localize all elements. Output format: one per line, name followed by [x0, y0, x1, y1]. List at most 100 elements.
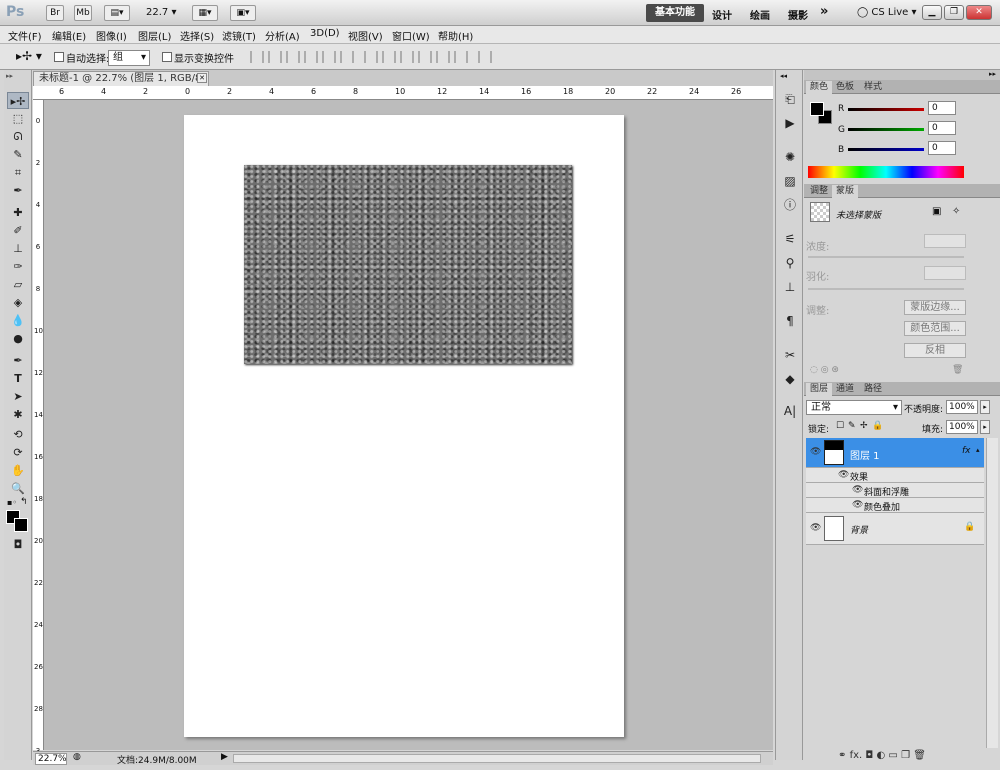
pen-tool-icon[interactable]: ✒	[7, 352, 29, 369]
more-workspaces-button[interactable]: »	[820, 4, 828, 19]
lock-transparent-icon[interactable]: ☐	[836, 421, 844, 431]
lock-all-icon[interactable]: 🔒	[872, 421, 883, 431]
menu-file[interactable]: 文件(F)	[8, 28, 42, 43]
pixel-mask-icon[interactable]: ▣	[932, 206, 941, 217]
horizontal-ruler[interactable]: 6 4 2 0 2 4 6 8 10 12 14 16 18 20 22 24 26	[43, 86, 773, 100]
menu-view[interactable]: 视图(V)	[348, 28, 383, 43]
collapse-toolbox-icon[interactable]: ▸▸	[6, 72, 13, 80]
feather-field[interactable]	[924, 266, 966, 280]
workspace-essentials-button[interactable]: 基本功能	[646, 4, 704, 22]
default-colors-icon[interactable]: ▪◦	[7, 498, 17, 507]
menu-select[interactable]: 选择(S)	[180, 28, 214, 43]
clone-stamp-tool-icon[interactable]: ⊥	[7, 240, 29, 257]
vertical-ruler[interactable]: 02468101214161820222426283	[33, 100, 44, 755]
mask-edge-button[interactable]: 蒙版边缘...	[904, 300, 966, 315]
align-bottom-icon[interactable]	[286, 51, 300, 63]
align-vcenter-icon[interactable]	[268, 51, 282, 63]
menu-help[interactable]: 帮助(H)	[438, 28, 473, 43]
move-tool-icon[interactable]: ▸✢	[7, 92, 29, 109]
layer1-name[interactable]: 图层 1	[850, 447, 880, 462]
add-mask-icon[interactable]: ◘	[865, 750, 873, 761]
color-panel-foreground[interactable]	[810, 102, 824, 116]
close-button[interactable]: ✕	[966, 5, 992, 20]
delete-layer-icon[interactable]: 🗑	[913, 750, 926, 761]
add-layer-style-icon[interactable]: fx.	[850, 750, 863, 761]
canvas-area[interactable]	[44, 100, 773, 750]
auto-align-icon[interactable]	[478, 51, 492, 63]
minimize-button[interactable]: ▁	[922, 5, 942, 20]
layer-row-background[interactable]: 👁 背景 🔒	[806, 513, 984, 545]
tab-channels[interactable]: 通道	[832, 383, 858, 396]
auto-select-checkbox[interactable]	[54, 52, 64, 62]
tab-adjustments[interactable]: 调整	[806, 185, 832, 198]
document-canvas[interactable]	[184, 115, 624, 737]
quick-selection-tool-icon[interactable]: ✎	[7, 146, 29, 163]
brush-panel-icon[interactable]: ⚟	[780, 230, 800, 248]
history-brush-tool-icon[interactable]: ✑	[7, 258, 29, 275]
menu-window[interactable]: 窗口(W)	[392, 28, 430, 43]
zoom-dropdown[interactable]: 22.7 ▾	[146, 7, 176, 18]
menu-3d[interactable]: 3D(D)	[310, 28, 340, 39]
menu-image[interactable]: 图像(I)	[96, 28, 127, 43]
navigator-panel-icon[interactable]: ▨	[780, 172, 800, 190]
zoom-tool-icon[interactable]: 🔍	[7, 480, 29, 497]
marquee-tool-icon[interactable]: ⬚	[7, 110, 29, 127]
fill-field[interactable]: 100%	[946, 420, 978, 434]
dodge-tool-icon[interactable]: ●	[7, 330, 29, 347]
status-menu-arrow[interactable]: ▶	[221, 752, 228, 762]
path-selection-tool-icon[interactable]: ➤	[7, 388, 29, 405]
workspace-design-button[interactable]: 设计	[712, 7, 732, 22]
actions-panel-icon[interactable]: ▶	[780, 114, 800, 132]
link-layers-icon[interactable]: ⚭	[838, 750, 846, 761]
menu-filter[interactable]: 滤镜(T)	[222, 28, 256, 43]
status-zoom-icon[interactable]: ◍	[73, 752, 81, 762]
status-zoom-field[interactable]: 22.7%	[35, 753, 67, 765]
history-panel-icon[interactable]: ⎗	[780, 90, 800, 108]
swap-colors-icon[interactable]: ↰	[20, 497, 28, 507]
background-color-swatch[interactable]	[14, 518, 28, 532]
healing-brush-tool-icon[interactable]: ✚	[7, 204, 29, 221]
menu-analysis[interactable]: 分析(A)	[265, 28, 300, 43]
lasso-tool-icon[interactable]: ᘏ	[7, 128, 29, 145]
tab-styles[interactable]: 样式	[860, 81, 886, 94]
background-visibility-eye-icon[interactable]: 👁	[810, 523, 821, 533]
clone-source-panel-icon[interactable]: ⚲	[780, 254, 800, 272]
info-panel-icon[interactable]: ⓘ	[780, 196, 800, 214]
density-field[interactable]	[924, 234, 966, 248]
eyedropper-tool-icon[interactable]: ✒	[7, 182, 29, 199]
tab-swatches[interactable]: 色板	[832, 81, 858, 94]
distribute-bottom-icon[interactable]	[400, 51, 414, 63]
paint-bucket-tool-icon[interactable]: ◈	[7, 294, 29, 311]
align-hcenter-icon[interactable]	[322, 51, 336, 63]
distribute-left-icon[interactable]	[418, 51, 432, 63]
distribute-hcenter-icon[interactable]	[436, 51, 450, 63]
auto-select-target-select[interactable]: 组 ▾	[108, 50, 150, 66]
distribute-top-icon[interactable]	[364, 51, 378, 63]
delete-mask-icon[interactable]: 🗑	[952, 365, 963, 375]
align-left-icon[interactable]	[304, 51, 318, 63]
opacity-slider-arrow[interactable]: ▸	[980, 400, 990, 414]
bevel-visibility-eye-icon[interactable]: 👁	[852, 485, 863, 495]
close-document-icon[interactable]: ✕	[197, 73, 207, 83]
layer-row-layer1[interactable]: 👁 图层 1 fx ▴	[806, 438, 984, 468]
channel-b-value[interactable]: 0	[928, 141, 956, 155]
load-selection-icon[interactable]: ◌ ◎ ⊛	[810, 365, 839, 375]
document-tab[interactable]: 未标题-1 @ 22.7% (图层 1, RGB/8) *	[33, 71, 209, 97]
channel-r-value[interactable]: 0	[928, 101, 956, 115]
layer1-fx-icon[interactable]: fx	[962, 446, 971, 456]
background-layer-name[interactable]: 背景	[850, 523, 868, 536]
distribute-right-icon[interactable]	[454, 51, 468, 63]
blur-tool-icon[interactable]: 💧	[7, 312, 29, 329]
distribute-vcenter-icon[interactable]	[382, 51, 396, 63]
blend-mode-select[interactable]: 正常 ▾	[806, 400, 902, 415]
cs-live-button[interactable]: ◯ CS Live ▾	[857, 7, 917, 18]
align-right-icon[interactable]	[340, 51, 354, 63]
tab-color[interactable]: 颜色	[806, 81, 833, 94]
tool-preset-picker[interactable]: ▸✢ ▾	[16, 49, 42, 63]
align-top-icon[interactable]	[250, 51, 264, 63]
mini-bridge-button[interactable]: Mb	[74, 5, 92, 21]
lock-position-icon[interactable]: ✢	[860, 421, 868, 431]
new-layer-icon[interactable]: ❐	[901, 750, 910, 761]
color-spectrum-ramp[interactable]	[808, 166, 964, 178]
channel-r-slider[interactable]	[848, 108, 924, 111]
